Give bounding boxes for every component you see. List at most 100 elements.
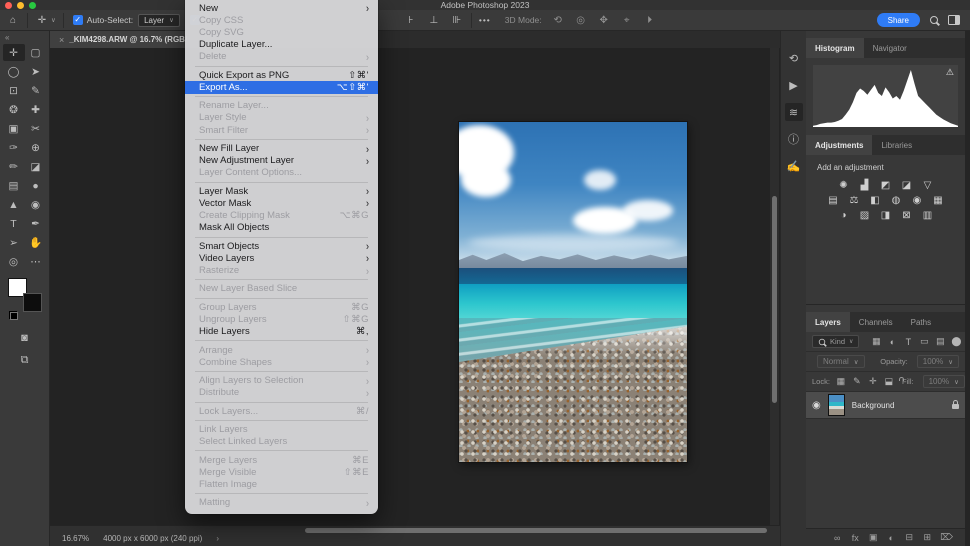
object-selection-tool[interactable]: ➤ xyxy=(25,63,47,80)
search-icon[interactable] xyxy=(930,16,938,24)
vibrance-icon[interactable]: ▽ xyxy=(921,179,935,191)
vertical-scrollbar[interactable] xyxy=(770,48,779,525)
quick-mask-button[interactable]: ◙ xyxy=(18,330,32,346)
orbit-3d-icon[interactable]: ⟲ xyxy=(551,12,565,28)
new-layer-icon[interactable]: ⊞ xyxy=(922,532,932,544)
shape-filter-icon[interactable]: ▭ xyxy=(919,336,929,348)
chevron-down-icon[interactable]: ∨ xyxy=(51,16,56,24)
default-colors-icon[interactable] xyxy=(9,311,18,320)
opacity-dropdown[interactable]: 100% ∨ xyxy=(917,355,959,368)
path-select-tool[interactable]: ➢ xyxy=(3,234,25,251)
healing-brush-tool[interactable]: ❂ xyxy=(3,101,25,118)
share-button[interactable]: Share xyxy=(877,13,920,27)
invert-icon[interactable]: ◑ xyxy=(837,209,851,221)
pixel-filter-icon[interactable]: ▦ xyxy=(871,336,881,348)
camera-3d-icon[interactable]: ⏵ xyxy=(643,12,657,28)
tab-histogram[interactable]: Histogram xyxy=(806,38,864,58)
vertical-scroll-thumb[interactable] xyxy=(772,196,777,403)
hue-saturation-icon[interactable]: ▤ xyxy=(826,194,840,206)
menu-item-video-layers[interactable]: Video Layers› xyxy=(185,252,378,264)
black-white-icon[interactable]: ◧ xyxy=(868,194,882,206)
menu-item-layer-mask[interactable]: Layer Mask› xyxy=(185,185,378,197)
lock-artboard-icon[interactable]: ⬓ xyxy=(884,376,894,388)
gradient-map-icon[interactable]: ⊠ xyxy=(900,209,914,221)
roll-3d-icon[interactable]: ◎ xyxy=(574,12,588,28)
levels-icon[interactable]: ▟ xyxy=(858,179,872,191)
horizontal-scroll-thumb[interactable] xyxy=(305,528,767,533)
menu-item-new-adjustment-layer[interactable]: New Adjustment Layer› xyxy=(185,155,378,167)
warning-icon[interactable]: ⚠ xyxy=(946,67,954,78)
move-tool-icon[interactable]: ✛ xyxy=(35,12,49,28)
adjustment-filter-icon[interactable]: ◐ xyxy=(887,336,897,348)
type-tool[interactable]: T xyxy=(3,215,25,232)
close-tab-icon[interactable]: × xyxy=(59,35,64,45)
gradient-tool[interactable]: ▤ xyxy=(3,177,25,194)
menu-item-duplicate-layer[interactable]: Duplicate Layer... xyxy=(185,39,378,51)
tab-navigator[interactable]: Navigator xyxy=(864,38,916,58)
zoom-level[interactable]: 16.67% xyxy=(62,534,89,543)
fill-dropdown[interactable]: 100% ∨ xyxy=(923,375,965,388)
clone-stamp-tool[interactable]: ⊕ xyxy=(25,139,47,156)
frame-tool[interactable]: ▣ xyxy=(3,120,25,137)
more-options-icon[interactable]: ••• xyxy=(479,15,491,25)
menu-item-smart-objects[interactable]: Smart Objects› xyxy=(185,240,378,252)
lock-transparent-icon[interactable]: ▦ xyxy=(836,376,846,388)
type-filter-icon[interactable]: T xyxy=(903,336,913,348)
brightness-contrast-icon[interactable]: ✺ xyxy=(837,179,851,191)
new-group-icon[interactable]: ⊟ xyxy=(904,532,914,544)
add-mask-icon[interactable]: ▣ xyxy=(868,532,878,544)
posterize-icon[interactable]: ▨ xyxy=(858,209,872,221)
delete-layer-icon[interactable]: ⌦ xyxy=(940,532,953,544)
marquee-tool[interactable]: ▢ xyxy=(25,44,47,61)
layer-lock-icon[interactable] xyxy=(952,404,959,409)
document-tab[interactable]: × _KIM4298.ARW @ 16.7% (RGB/ xyxy=(50,31,196,48)
patch-tool[interactable]: ✚ xyxy=(25,101,47,118)
eyedropper-tool[interactable]: ✎ xyxy=(25,82,47,99)
menu-item-mask-all-objects[interactable]: Mask All Objects xyxy=(185,222,378,234)
info-panel-icon[interactable]: ⓘ xyxy=(785,130,803,148)
crop-tool[interactable]: ⊡ xyxy=(3,82,25,99)
link-layers-icon[interactable]: ∞ xyxy=(832,532,842,544)
eraser-tool[interactable]: ◪ xyxy=(25,158,47,175)
menu-item-new-fill-layer[interactable]: New Fill Layer› xyxy=(185,142,378,154)
actions-panel-icon[interactable]: ▶ xyxy=(785,76,803,94)
remove-tool[interactable]: ✂ xyxy=(25,120,47,137)
tab-adjustments[interactable]: Adjustments xyxy=(806,135,872,155)
color-lookup-icon[interactable]: ▦ xyxy=(931,194,945,206)
pen-tool[interactable]: ✒ xyxy=(25,215,47,232)
layer-style-fx-icon[interactable]: fx xyxy=(850,532,860,544)
tab-layers[interactable]: Layers xyxy=(806,312,850,332)
menu-item-export-as[interactable]: Export As...⌥⇧⌘' xyxy=(185,81,378,93)
workspace-switcher-icon[interactable] xyxy=(948,15,960,25)
new-adjustment-icon[interactable]: ◐ xyxy=(886,532,896,544)
curves-icon[interactable]: ◩ xyxy=(879,179,893,191)
auto-select-dropdown[interactable]: Layer ∨ xyxy=(138,14,180,27)
menu-item-vector-mask[interactable]: Vector Mask› xyxy=(185,197,378,209)
layer-row-background[interactable]: ◉ Background xyxy=(806,392,965,419)
threshold-icon[interactable]: ◨ xyxy=(879,209,893,221)
properties-panel-icon[interactable]: ≋ xyxy=(785,103,803,121)
screen-mode-button[interactable]: ⧉ xyxy=(18,352,32,368)
dodge-tool[interactable]: ◉ xyxy=(25,196,47,213)
smart-object-filter-icon[interactable]: ▤ xyxy=(935,336,945,348)
auto-select-checkbox[interactable]: ✓ xyxy=(73,15,83,25)
canvas-area[interactable] xyxy=(50,48,780,525)
visibility-eye-icon[interactable]: ◉ xyxy=(812,400,821,411)
slide-3d-icon[interactable]: ⌖ xyxy=(620,12,634,28)
align-bottom-icon[interactable]: ⊥ xyxy=(427,12,441,28)
shape-tool[interactable]: ▲ xyxy=(3,196,25,213)
blend-mode-dropdown[interactable]: Normal ∨ xyxy=(817,355,865,368)
blur-tool[interactable]: ● xyxy=(25,177,47,194)
align-left-icon[interactable]: ⊦ xyxy=(404,12,418,28)
status-chevron-icon[interactable]: › xyxy=(216,534,219,543)
history-brush-tool[interactable]: ✏ xyxy=(3,158,25,175)
home-icon[interactable]: ⌂ xyxy=(6,12,20,28)
pan-3d-icon[interactable]: ✥ xyxy=(597,12,611,28)
selective-color-icon[interactable]: ▥ xyxy=(921,209,935,221)
lock-pixels-icon[interactable]: ✎ xyxy=(852,376,862,388)
brush-tool[interactable]: ✑ xyxy=(3,139,25,156)
document-image[interactable] xyxy=(459,122,687,462)
layer-filter-dropdown[interactable]: Kind ∨ xyxy=(812,335,859,348)
lasso-tool[interactable]: ◯ xyxy=(3,63,25,80)
hand-tool[interactable]: ✋ xyxy=(25,234,47,251)
